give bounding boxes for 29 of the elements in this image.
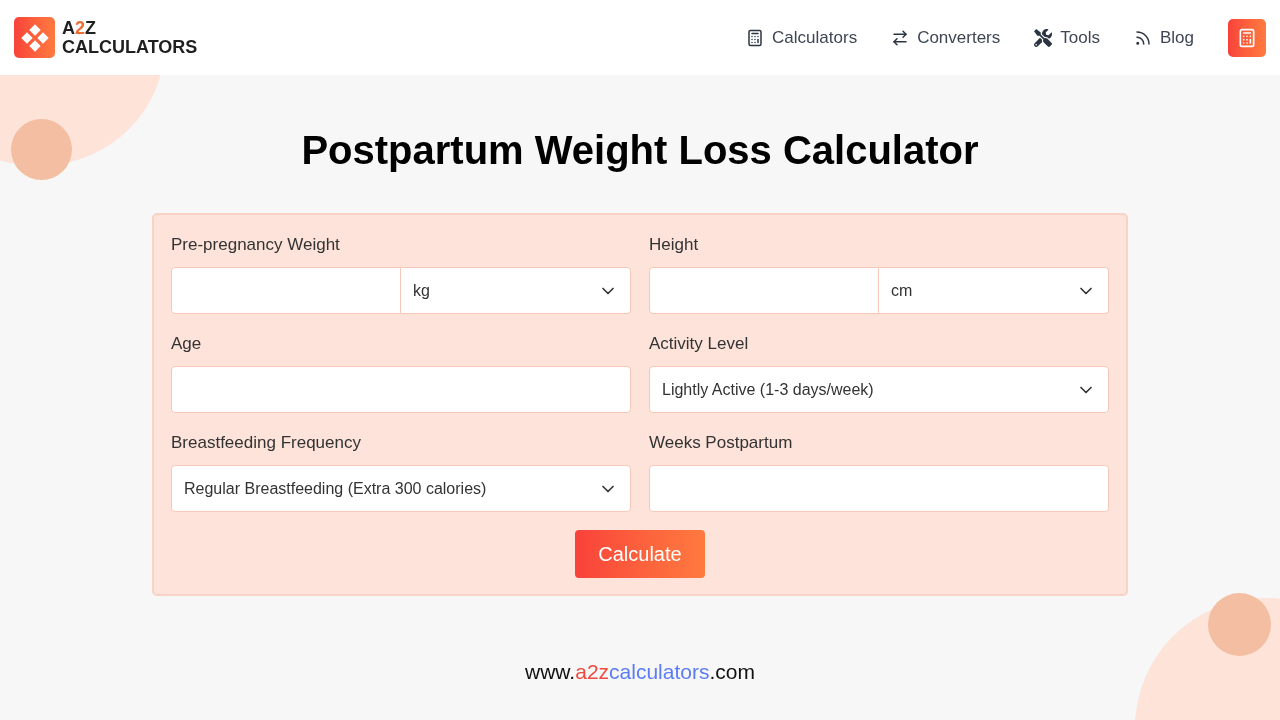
website-url: www.a2zcalculators.com	[525, 659, 755, 685]
input-field[interactable]	[171, 366, 631, 413]
unit-select[interactable]: kg	[401, 267, 631, 314]
feed-icon	[1133, 28, 1152, 47]
select-field[interactable]: Regular Breastfeeding (Extra 300 calories)	[171, 465, 631, 512]
nav-link[interactable]: Blog	[1133, 24, 1194, 51]
logo-text: A2Z	[62, 18, 97, 38]
field-label: Age	[171, 334, 203, 354]
field-label: Breastfeeding Frequency	[171, 433, 362, 453]
logo-subtitle: CALCULATORS	[62, 37, 198, 57]
tools-icon	[1034, 28, 1053, 47]
calculator-icon	[746, 28, 765, 47]
input-field[interactable]	[649, 465, 1109, 512]
field-label: Weeks Postpartum	[649, 433, 794, 453]
nav-link[interactable]: Converters	[891, 24, 1001, 51]
page-title: Postpartum Weight Loss Calculator	[301, 127, 979, 174]
input-field[interactable]	[649, 267, 879, 314]
logo-icon	[14, 17, 55, 58]
nav-link[interactable]: Calculators	[746, 24, 858, 51]
calculator-icon	[1237, 27, 1257, 48]
input-field[interactable]	[171, 267, 401, 314]
calculator-button[interactable]	[1228, 18, 1266, 57]
field-label: Pre-pregnancy Weight	[171, 235, 341, 255]
select-field[interactable]: Lightly Active (1-3 days/week)	[649, 366, 1109, 413]
unit-select[interactable]: cm	[879, 267, 1109, 314]
arrows-icon	[891, 28, 910, 47]
nav-link[interactable]: Tools	[1034, 24, 1100, 51]
field-label: Height	[649, 235, 700, 255]
field-label: Activity Level	[649, 334, 750, 354]
